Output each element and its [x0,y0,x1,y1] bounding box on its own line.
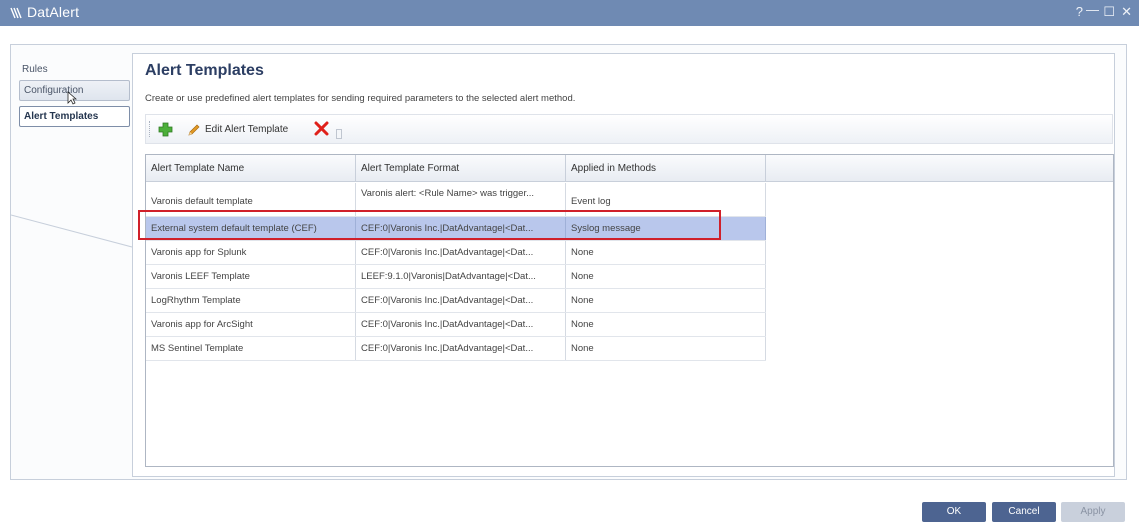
cell-applied-methods: Syslog message [566,217,766,240]
ok-button[interactable]: OK [922,502,986,522]
cell-applied-methods: None [566,289,766,312]
cell-applied-methods: None [566,241,766,264]
cell-template-format: CEF:0|Varonis Inc.|DatAdvantage|<Dat... [356,337,566,360]
app-title: DatAlert [27,4,80,20]
toolbar-overflow-icon[interactable] [336,129,342,139]
cell-applied-methods: Event log [566,183,766,216]
table-row-selected[interactable]: External system default template (CEF) C… [146,217,766,241]
nav-item-rules[interactable]: Rules [19,59,130,80]
cell-template-name: MS Sentinel Template [146,337,356,360]
delete-icon[interactable] [314,121,329,136]
datalert-logo-icon [10,7,22,19]
table-row[interactable]: MS Sentinel Template CEF:0|Varonis Inc.|… [146,337,766,361]
cell-template-format: Varonis alert: <Rule Name> was trigger..… [356,183,566,216]
cell-template-name: Varonis app for ArcSight [146,313,356,336]
content-panel: Alert Templates Create or use predefined… [132,53,1115,477]
edit-template-label: Edit Alert Template [205,124,289,135]
cell-template-name: Varonis default template [146,183,356,216]
apply-button[interactable]: Apply [1061,502,1125,522]
cell-template-name: Varonis LEEF Template [146,265,356,288]
templates-grid: Alert Template Name Alert Template Forma… [145,154,1114,467]
cancel-button[interactable]: Cancel [992,502,1056,522]
cell-applied-methods: None [566,337,766,360]
cell-template-format: CEF:0|Varonis Inc.|DatAdvantage|<Dat... [356,217,566,240]
pencil-icon [188,124,200,136]
cell-applied-methods: None [566,313,766,336]
grid-header-filler [766,155,1113,182]
table-row[interactable]: Varonis app for ArcSight CEF:0|Varonis I… [146,313,766,337]
main-panel: Rules Configuration Alert Templates Aler… [10,44,1127,480]
toolbar: Edit Alert Template [145,114,1113,144]
column-header-methods[interactable]: Applied in Methods [566,155,766,182]
title-bar: DatAlert ? — ☐ ✕ [0,0,1139,26]
close-icon[interactable]: ✕ [1121,4,1132,20]
cell-template-name: Varonis app for Splunk [146,241,356,264]
toolbar-grip[interactable] [149,121,153,137]
cell-template-format: CEF:0|Varonis Inc.|DatAdvantage|<Dat... [356,289,566,312]
minimize-icon[interactable]: — [1086,2,1099,17]
page-description: Create or use predefined alert templates… [145,93,576,104]
title-spacer [0,26,1139,44]
grid-header: Alert Template Name Alert Template Forma… [146,155,766,182]
table-row[interactable]: LogRhythm Template CEF:0|Varonis Inc.|Da… [146,289,766,313]
column-header-format[interactable]: Alert Template Format [356,155,566,182]
table-row[interactable]: Varonis LEEF Template LEEF:9.1.0|Varonis… [146,265,766,289]
help-icon[interactable]: ? [1076,4,1083,19]
nav-item-alert-templates[interactable]: Alert Templates [19,106,130,127]
add-template-icon[interactable] [158,122,173,137]
cell-template-name: External system default template (CEF) [146,217,356,240]
cell-template-name: LogRhythm Template [146,289,356,312]
cell-template-format: CEF:0|Varonis Inc.|DatAdvantage|<Dat... [356,241,566,264]
page-title: Alert Templates [145,62,264,79]
cell-applied-methods: None [566,265,766,288]
maximize-icon[interactable]: ☐ [1103,4,1115,20]
table-row[interactable]: Varonis default template Varonis alert: … [146,183,766,217]
column-header-name[interactable]: Alert Template Name [146,155,356,182]
cell-template-format: CEF:0|Varonis Inc.|DatAdvantage|<Dat... [356,313,566,336]
cell-template-format: LEEF:9.1.0|Varonis|DatAdvantage|<Dat... [356,265,566,288]
mouse-cursor-icon [67,91,77,105]
table-row[interactable]: Varonis app for Splunk CEF:0|Varonis Inc… [146,241,766,265]
